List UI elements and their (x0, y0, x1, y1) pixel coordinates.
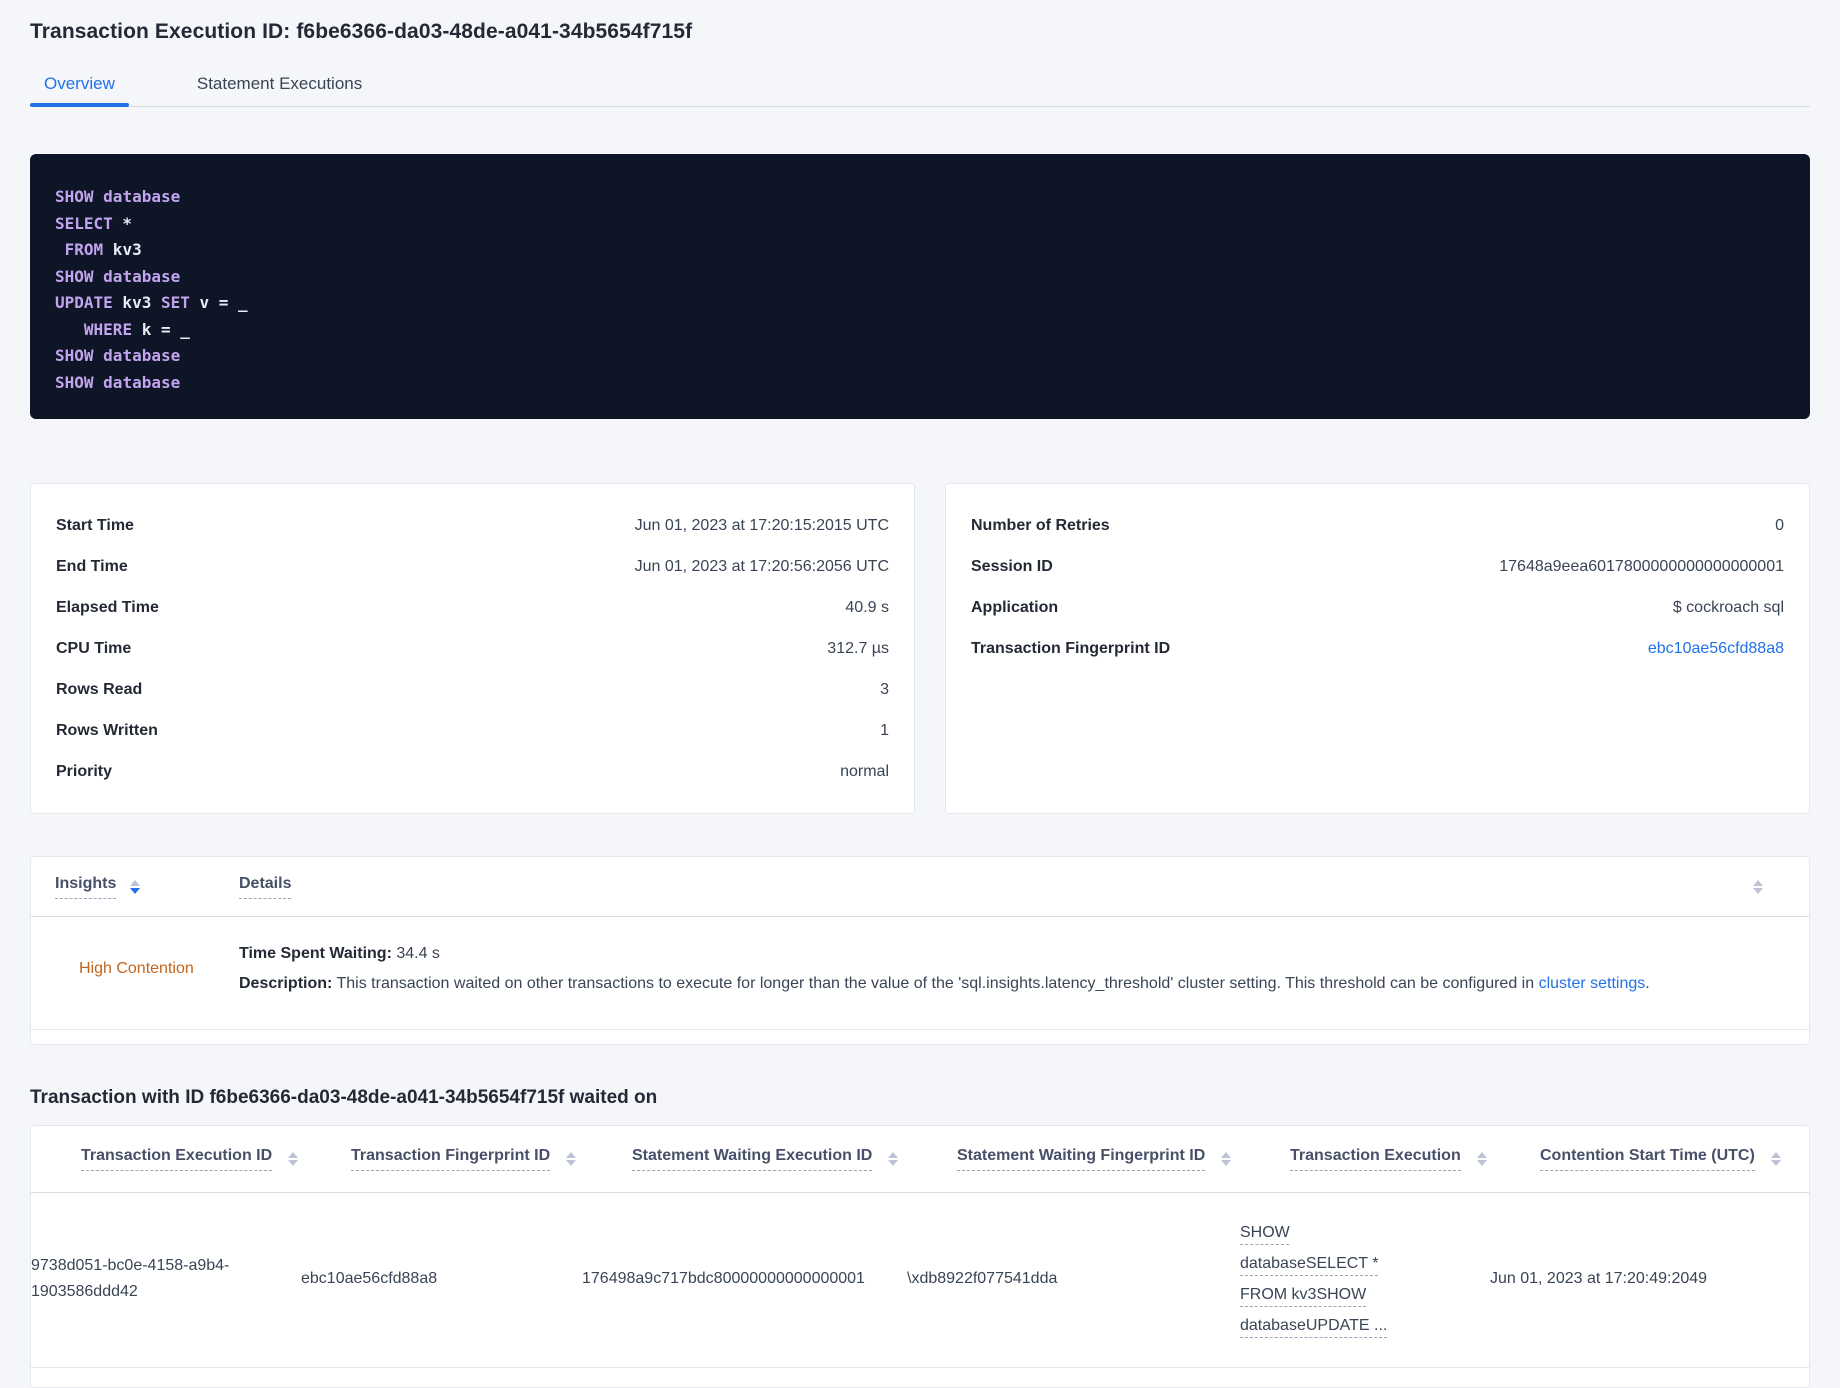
column-header-label: Transaction Execution (1290, 1147, 1461, 1171)
sort-icon[interactable] (1770, 1152, 1781, 1166)
sql-line: SHOW database (55, 187, 181, 206)
summary-cards: Start Time Jun 01, 2023 at 17:20:15:2015 … (30, 483, 1810, 814)
stat-label: Start Time (56, 516, 134, 534)
execution-stats-card: Start Time Jun 01, 2023 at 17:20:15:2015 … (30, 483, 915, 814)
stat-value: 3 (880, 680, 889, 698)
sql-line: SHOW database (55, 372, 181, 392)
sql-statements-box: SHOW database SELECT * FROM kv3 SHOW datab… (30, 154, 1810, 419)
insights-header-end (1739, 879, 1809, 894)
sort-icon[interactable] (1221, 1152, 1232, 1166)
column-header-label: Transaction Execution ID (81, 1147, 273, 1171)
waiting-value: 34.4 s (391, 945, 440, 962)
sql-line: UPDATE kv3 SET v = _ (55, 293, 248, 312)
column-header-transaction-execution-id[interactable]: Transaction Execution ID (81, 1147, 351, 1171)
waited-table-header: Transaction Execution ID Transaction Fing… (31, 1126, 1809, 1193)
column-header-transaction-execution[interactable]: Transaction Execution (1290, 1147, 1540, 1171)
tab-bar: Overview Statement Executions (30, 74, 1810, 107)
stat-row: Start Time Jun 01, 2023 at 17:20:15:2015 … (56, 505, 889, 546)
details-column-label: Details (239, 875, 292, 899)
stat-label: End Time (56, 557, 128, 575)
waiting-label: Time Spent Waiting: (239, 945, 392, 962)
stat-label: Application (971, 598, 1059, 616)
cell-statement-waiting-execution-id: 176498a9c717bdc80000000000000001 (582, 1270, 865, 1287)
stat-value: Jun 01, 2023 at 17:20:15:2015 UTC (634, 516, 889, 534)
stat-row: Number of Retries 0 (971, 505, 1784, 546)
transaction-attributes-card: Number of Retries 0 Session ID 17648a9eea60… (945, 483, 1810, 814)
stat-row: Transaction Fingerprint ID ebc10ae56cfd88… (971, 628, 1784, 669)
insight-row: High Contention Time Spent Waiting: 34.4… (31, 917, 1809, 1030)
time-spent-waiting: Time Spent Waiting: 34.4 s (239, 939, 1785, 969)
stat-row: Rows Written 1 (56, 710, 889, 751)
sort-icon[interactable] (288, 1152, 299, 1166)
sort-icon[interactable] (130, 879, 141, 894)
column-header-statement-waiting-fingerprint-id[interactable]: Statement Waiting Fingerprint ID (957, 1147, 1290, 1171)
sql-line: WHERE k = _ (83, 319, 190, 339)
stat-row: Elapsed Time 40.9 s (56, 587, 889, 628)
stat-label: Rows Read (56, 680, 143, 698)
stat-row: End Time Jun 01, 2023 at 17:20:56:2056 UT… (56, 546, 889, 587)
cell-statement-waiting-fingerprint-id: \xdb8922f077541dda (907, 1270, 1058, 1287)
stat-label: Elapsed Time (56, 598, 159, 616)
column-header-label: Statement Waiting Fingerprint ID (957, 1147, 1206, 1171)
column-header-statement-waiting-execution-id[interactable]: Statement Waiting Execution ID (632, 1147, 957, 1171)
sql-line: SHOW database (55, 346, 181, 365)
column-header-label: Statement Waiting Execution ID (632, 1147, 873, 1171)
cell-contention-start-time: Jun 01, 2023 at 17:20:49:2049 (1490, 1270, 1708, 1287)
stat-label: Number of Retries (971, 516, 1110, 534)
sql-line: SHOW database (55, 266, 181, 286)
stat-row: CPU Time 312.7 µs (56, 628, 889, 669)
stat-row: Rows Read 3 (56, 669, 889, 710)
stat-value: 1 (880, 721, 889, 739)
stat-value: 17648a9eea6017800000000000000001 (1499, 557, 1784, 575)
description-text: This transaction waited on other transac… (332, 975, 1539, 992)
sort-icon[interactable] (888, 1152, 899, 1166)
stat-label: Session ID (971, 557, 1053, 575)
sql-line: SELECT * (55, 213, 133, 233)
stat-row: Session ID 17648a9eea60178000000000000000… (971, 546, 1784, 587)
insights-column-label: Insights (55, 875, 117, 899)
stat-value: 312.7 µs (827, 639, 889, 657)
column-header-label: Contention Start Time (UTC) (1540, 1147, 1755, 1171)
sql-code: SHOW database SELECT * FROM kv3 SHOW datab… (55, 184, 1785, 396)
stat-value: $ cockroach sql (1672, 598, 1784, 616)
stat-value: normal (840, 762, 889, 780)
sql-line: FROM kv3 (64, 240, 142, 259)
page-title: Transaction Execution ID: f6be6366-da03-… (30, 20, 693, 43)
tab-overview[interactable]: Overview (30, 74, 129, 107)
column-header-insights[interactable]: Insights (55, 875, 239, 899)
column-header-contention-start-time-utc-[interactable]: Contention Start Time (UTC) (1540, 1147, 1809, 1171)
description-label: Description: (239, 975, 333, 992)
stat-value: Jun 01, 2023 at 17:20:56:2056 UTC (634, 557, 889, 575)
stat-label: Transaction Fingerprint ID (971, 639, 1171, 657)
stat-label: Rows Written (56, 721, 158, 739)
stat-label: CPU Time (56, 639, 132, 657)
stat-row: Application $ cockroach sql (971, 587, 1784, 628)
insight-details: Time Spent Waiting: 34.4 s Description: … (239, 939, 1785, 999)
sort-icon[interactable] (566, 1152, 577, 1166)
transaction-fingerprint-id-link[interactable]: ebc10ae56cfd88a8 (1648, 640, 1784, 658)
insights-table-header: Insights Details (31, 857, 1809, 917)
column-header-details[interactable]: Details (239, 875, 1739, 899)
stat-label: Priority (56, 762, 113, 780)
description-suffix: . (1645, 975, 1650, 992)
insight-type-label: High Contention (79, 960, 194, 977)
sort-icon[interactable] (1476, 1152, 1487, 1166)
column-header-label: Transaction Fingerprint ID (351, 1147, 551, 1171)
tab-statement-executions[interactable]: Statement Executions (183, 74, 376, 107)
stat-value: 0 (1775, 516, 1784, 534)
waited-on-table-card: Transaction Execution ID Transaction Fing… (30, 1125, 1810, 1388)
cluster-settings-link[interactable]: cluster settings (1539, 975, 1646, 992)
stat-row: Priority normal (56, 751, 889, 792)
sort-icon[interactable] (1753, 879, 1763, 894)
insight-description: Description: This transaction waited on … (239, 969, 1785, 999)
cell-transaction-fingerprint-id: ebc10ae56cfd88a8 (301, 1270, 438, 1287)
cell-transaction-execution-id: 9738d051-bc0e-4158-a9b4-1903586ddd42 (31, 1257, 230, 1300)
insights-card: Insights Details High Contention Time Sp… (30, 856, 1810, 1045)
stat-value: 40.9 s (845, 598, 889, 616)
waited-on-heading: Transaction with ID f6be6366-da03-48de-a… (30, 1087, 658, 1108)
table-row: 9738d051-bc0e-4158-a9b4-1903586ddd42 ebc… (31, 1193, 1809, 1368)
cell-transaction-execution[interactable]: SHOW databaseSELECT * FROM kv3SHOW datab… (1240, 1217, 1445, 1341)
column-header-transaction-fingerprint-id[interactable]: Transaction Fingerprint ID (351, 1147, 632, 1171)
